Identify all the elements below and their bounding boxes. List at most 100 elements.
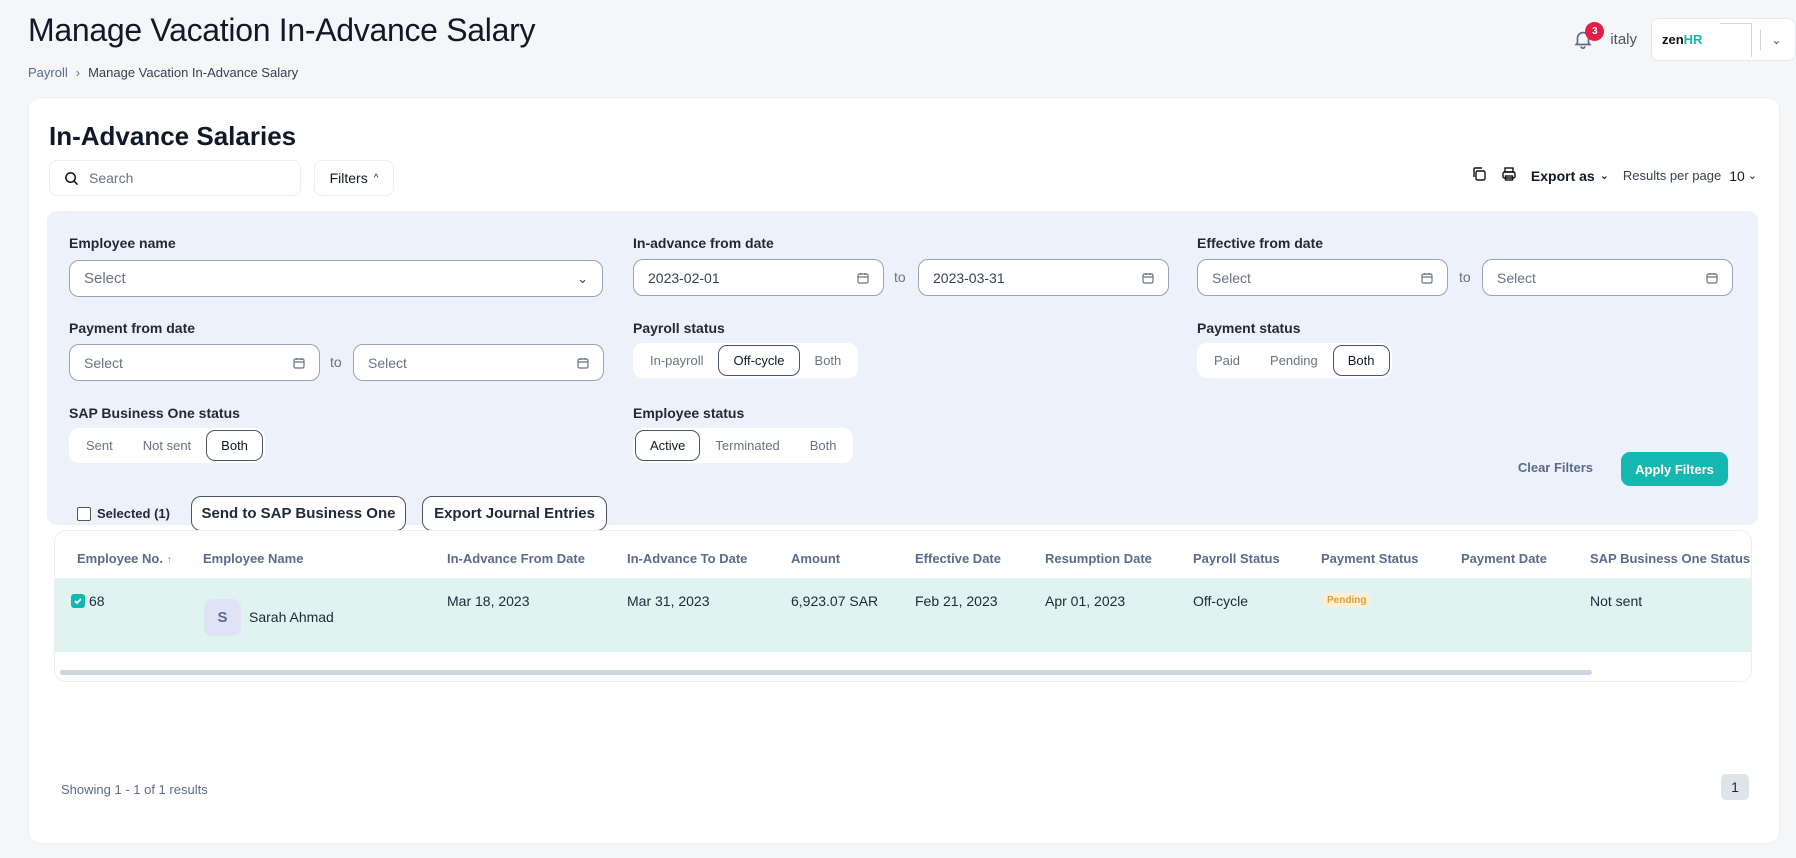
breadcrumb-payroll-link[interactable]: Payroll: [28, 65, 68, 80]
cell-sap-status: Not sent: [1590, 593, 1643, 609]
payment-from-placeholder: Select: [84, 354, 123, 371]
calendar-icon: [1706, 272, 1718, 284]
horizontal-scrollbar[interactable]: [60, 670, 1592, 675]
column-header-resumption-date[interactable]: Resumption Date: [1045, 551, 1152, 566]
select-all-checkbox[interactable]: [77, 506, 91, 521]
user-menu-button[interactable]: zenHR ⌄: [1651, 18, 1796, 61]
column-header-payroll-status[interactable]: Payroll Status: [1193, 551, 1280, 566]
payment-status-paid[interactable]: Paid: [1199, 345, 1255, 376]
calendar-icon: [577, 357, 589, 369]
calendar-icon: [857, 272, 869, 284]
copy-icon: [1473, 167, 1486, 181]
payment-from-date-input[interactable]: Select: [69, 344, 320, 381]
results-summary: Showing 1 - 1 of 1 results: [61, 782, 208, 797]
export-as-dropdown[interactable]: Export as ⌄: [1531, 168, 1609, 184]
cell-from-date: Mar 18, 2023: [447, 593, 530, 609]
payment-status-both[interactable]: Both: [1332, 345, 1390, 376]
notifications-button[interactable]: 3: [1572, 21, 1605, 52]
notification-count-badge: 3: [1585, 21, 1605, 41]
breadcrumb: Payroll › Manage Vacation In-Advance Sal…: [28, 65, 298, 80]
in-advance-from-date-label: In-advance from date: [633, 235, 774, 251]
column-header-from-date[interactable]: In-Advance From Date: [447, 551, 585, 566]
column-header-to-date[interactable]: In-Advance To Date: [627, 551, 747, 566]
effective-to-date-input[interactable]: Select: [1482, 259, 1733, 296]
employee-name-placeholder: Select: [84, 270, 126, 287]
clear-filters-button[interactable]: Clear Filters: [1518, 460, 1593, 475]
table-row[interactable]: 68 S Sarah Ahmad Mar 18, 2023 Mar 31, 20…: [55, 578, 1751, 652]
employee-name-select[interactable]: Select ⌄: [69, 260, 603, 297]
results-per-page-value: 10: [1729, 167, 1745, 184]
payment-status-toggle: Paid Pending Both: [1197, 343, 1392, 378]
row-checkbox[interactable]: [71, 594, 85, 608]
checkmark-icon: [74, 598, 82, 605]
cell-effective-date: Feb 21, 2023: [915, 593, 998, 609]
export-journal-entries-button[interactable]: Export Journal Entries: [422, 496, 607, 531]
print-button[interactable]: [1501, 166, 1517, 185]
employee-status-both[interactable]: Both: [795, 430, 852, 461]
chevron-down-icon: ⌄: [1599, 170, 1609, 182]
payment-status-pending[interactable]: Pending: [1255, 345, 1333, 376]
payroll-status-off-cycle[interactable]: Off-cycle: [718, 345, 800, 376]
user-avatar: [1720, 22, 1753, 57]
column-header-payment-status[interactable]: Payment Status: [1321, 551, 1419, 566]
payment-to-date-input[interactable]: Select: [353, 344, 604, 381]
employee-status-active[interactable]: Active: [635, 430, 701, 461]
column-header-effective-date[interactable]: Effective Date: [915, 551, 1001, 566]
search-box: [49, 160, 301, 196]
send-to-sap-button[interactable]: Send to SAP Business One: [191, 496, 406, 531]
sort-arrow-up-icon: ↑: [166, 554, 173, 566]
cell-employee-no: 68: [89, 593, 105, 609]
in-advance-from-date-input[interactable]: 2023-02-01: [633, 259, 884, 296]
sap-status-not-sent[interactable]: Not sent: [128, 430, 206, 461]
cell-amount: 6,923.07 SAR: [791, 593, 879, 609]
pagination-page-1[interactable]: 1: [1721, 774, 1749, 800]
filter-panel: Employee name Select ⌄ In-advance from d…: [47, 211, 1758, 525]
column-header-employee-no[interactable]: Employee No. ↑: [77, 551, 172, 566]
select-all: Selected (1): [77, 506, 170, 521]
effective-from-date-input[interactable]: Select: [1197, 259, 1448, 296]
chevron-right-icon: ›: [75, 65, 81, 80]
to-text: to: [330, 354, 342, 370]
employee-status-toggle: Active Terminated Both: [633, 428, 854, 463]
results-per-page-label: Results per page: [1622, 168, 1722, 183]
column-header-amount[interactable]: Amount: [791, 551, 840, 566]
column-header-payment-date[interactable]: Payment Date: [1461, 551, 1547, 566]
apply-filters-button[interactable]: Apply Filters: [1621, 452, 1728, 486]
effective-from-placeholder: Select: [1212, 269, 1251, 286]
results-per-page-select[interactable]: 10 ⌄: [1729, 168, 1757, 184]
employee-status-label: Employee status: [633, 405, 745, 421]
sap-status-sent[interactable]: Sent: [71, 430, 128, 461]
filters-toggle-button[interactable]: Filters ^: [314, 160, 394, 196]
zenhr-logo: zenHR: [1662, 32, 1703, 47]
in-advance-to-date-input[interactable]: 2023-03-31: [918, 259, 1169, 296]
cell-employee-name[interactable]: Sarah Ahmad: [249, 609, 334, 625]
column-header-sap-status[interactable]: SAP Business One Status: [1590, 551, 1750, 566]
payment-status-label: Payment status: [1197, 320, 1301, 336]
salaries-table: Employee No. ↑ Employee Name In-Advance …: [54, 530, 1752, 682]
payroll-status-in-payroll[interactable]: In-payroll: [635, 345, 718, 376]
chevron-down-icon: ⌄: [1747, 170, 1757, 182]
employee-name-label: Employee name: [69, 235, 176, 251]
payroll-status-both[interactable]: Both: [800, 345, 857, 376]
search-input[interactable]: [89, 170, 279, 186]
search-icon: [65, 171, 79, 185]
column-header-employee-name[interactable]: Employee Name: [203, 551, 303, 566]
employee-status-terminated[interactable]: Terminated: [700, 430, 794, 461]
copy-button[interactable]: [1471, 166, 1487, 185]
calendar-icon: [1421, 272, 1433, 284]
calendar-icon: [1142, 272, 1154, 284]
to-text: to: [894, 269, 906, 285]
user-name: italy: [1610, 31, 1637, 48]
sap-status-both[interactable]: Both: [206, 430, 263, 461]
print-icon: [1502, 167, 1516, 181]
payment-from-date-label: Payment from date: [69, 320, 196, 336]
in-advance-from-value: 2023-02-01: [648, 269, 720, 286]
calendar-icon: [293, 357, 305, 369]
cell-resumption-date: Apr 01, 2023: [1045, 593, 1126, 609]
card-title: In-Advance Salaries: [49, 121, 297, 151]
divider: [1760, 29, 1762, 50]
effective-to-placeholder: Select: [1497, 269, 1536, 286]
chevron-down-icon: ⌄: [577, 270, 588, 286]
payroll-status-toggle: In-payroll Off-cycle Both: [633, 343, 859, 378]
chevron-up-icon: ^: [373, 172, 379, 184]
